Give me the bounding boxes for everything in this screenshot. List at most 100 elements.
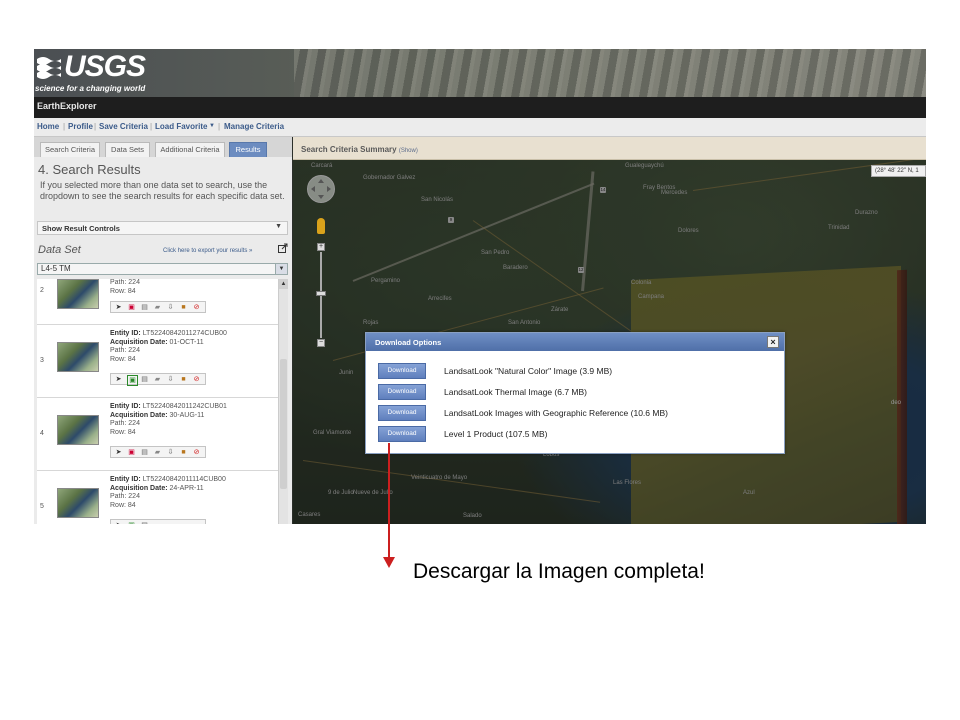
result-thumbnail[interactable] — [57, 279, 99, 309]
entity-id: LT52240842011274CUB00 — [142, 330, 227, 337]
exclude-icon[interactable]: ⊘ — [192, 303, 201, 312]
result-actions: ➤ ▣ ▤ — [110, 519, 206, 524]
zoom-control: + − — [316, 243, 326, 353]
result-row: 3 Entity ID: LT52240842011274CUB00 Acqui… — [37, 325, 278, 398]
acquisition-date: 30-AUG-11 — [169, 411, 205, 419]
exclude-icon[interactable]: ⊘ — [192, 375, 201, 384]
results-list: 2 Path: 224 Row: 84 ➤ ▣ ▤ ▰ ⇩ ■ ⊘ 3 Enti… — [37, 279, 278, 524]
browse-overlay-icon[interactable]: ▣ — [127, 375, 138, 386]
dialog-title: Download Options — [375, 338, 442, 347]
menu-manage-criteria[interactable]: Manage Criteria — [224, 122, 284, 131]
street-view-pegman-icon[interactable] — [317, 218, 325, 234]
result-meta: Path: 224 Row: 84 — [110, 279, 140, 296]
result-actions: ➤ ▣ ▤ ▰ ⇩ ■ ⊘ — [110, 301, 206, 313]
footprint-icon[interactable]: ➤ — [114, 303, 123, 312]
data-set-label: Data Set — [38, 244, 81, 256]
chevron-down-icon[interactable]: ▼ — [209, 123, 215, 129]
panel-description: If you selected more than one data set t… — [40, 180, 285, 201]
summary-show-link[interactable]: (Show) — [399, 148, 418, 154]
export-results-link[interactable]: Click here to export your results » — [163, 248, 252, 254]
result-number: 4 — [40, 430, 44, 437]
footprint-icon[interactable]: ➤ — [114, 448, 123, 457]
exclude-icon[interactable]: ⊘ — [192, 448, 201, 457]
tab-search-criteria[interactable]: Search Criteria — [40, 142, 100, 157]
menu-separator: | — [63, 122, 66, 131]
result-actions: ➤ ▣ ▤ ▰ ⇩ ■ ⊘ — [110, 446, 206, 458]
tab-additional-criteria[interactable]: Additional Criteria — [155, 142, 225, 157]
compare-icon[interactable]: ▰ — [153, 448, 162, 457]
result-row: 2 Path: 224 Row: 84 ➤ ▣ ▤ ▰ ⇩ ■ ⊘ — [37, 279, 278, 325]
menu-home[interactable]: Home — [37, 122, 59, 131]
sidebar-tabs: Search Criteria Data Sets Additional Cri… — [34, 137, 292, 157]
bulk-download-icon[interactable]: ■ — [179, 448, 188, 457]
close-button[interactable]: × — [767, 336, 779, 348]
download-icon[interactable]: ⇩ — [166, 303, 175, 312]
metadata-icon[interactable]: ▤ — [140, 375, 149, 384]
main-menu: Home | Profile | Save Criteria | Load Fa… — [34, 118, 926, 137]
download-button-natural-color[interactable]: Download — [378, 363, 426, 379]
menu-separator: | — [218, 122, 221, 131]
acquisition-date-label: Acquisition Date: — [110, 338, 168, 346]
export-icon[interactable] — [278, 243, 288, 253]
menu-profile[interactable]: Profile — [68, 122, 93, 131]
panel-title: 4. Search Results — [38, 162, 141, 177]
usgs-logo[interactable]: USGS — [64, 50, 146, 84]
menu-save-criteria[interactable]: Save Criteria — [99, 122, 148, 131]
result-thumbnail[interactable] — [57, 415, 99, 445]
option-level1: Level 1 Product (107.5 MB) — [444, 429, 548, 439]
download-button-level1[interactable]: Download — [378, 426, 426, 442]
scroll-thumb[interactable] — [280, 359, 287, 489]
menu-load-favorite[interactable]: Load Favorite — [155, 122, 207, 131]
result-row: 4 Entity ID: LT52240842011242CUB01 Acqui… — [37, 398, 278, 471]
result-row: 5 Entity ID: LT52240842011114CUB00 Acqui… — [37, 471, 278, 524]
download-icon[interactable]: ⇩ — [166, 448, 175, 457]
data-set-select[interactable]: L4-5 TM ▼ — [37, 263, 288, 275]
result-thumbnail[interactable] — [57, 342, 99, 372]
option-natural-color: LandsatLook "Natural Color" Image (3.9 M… — [444, 366, 613, 376]
tab-results[interactable]: Results — [229, 142, 267, 157]
footprint-icon[interactable]: ➤ — [114, 375, 123, 384]
browse-overlay-icon[interactable]: ▣ — [127, 303, 136, 312]
scroll-up-icon[interactable]: ▲ — [279, 279, 288, 289]
annotation-arrow-head-icon — [383, 557, 395, 568]
results-scrollbar[interactable]: ▲ — [278, 279, 288, 524]
metadata-icon[interactable]: ▤ — [140, 521, 149, 524]
download-button-georeference[interactable]: Download — [378, 405, 426, 421]
chevron-down-icon: ▼ — [275, 264, 287, 274]
compare-icon[interactable]: ▰ — [153, 303, 162, 312]
tab-data-sets[interactable]: Data Sets — [105, 142, 150, 157]
download-button-thermal[interactable]: Download — [378, 384, 426, 400]
browse-overlay-icon[interactable]: ▣ — [127, 521, 136, 524]
browse-overlay-icon[interactable]: ▣ — [127, 448, 136, 457]
metadata-icon[interactable]: ▤ — [140, 448, 149, 457]
bulk-download-icon[interactable]: ■ — [179, 303, 188, 312]
entity-id: LT52240842011242CUB01 — [142, 403, 227, 410]
show-result-controls[interactable]: Show Result Controls ▼ — [37, 221, 288, 235]
metadata-icon[interactable]: ▤ — [140, 303, 149, 312]
acquisition-date: 01-OCT-11 — [169, 338, 204, 346]
zoom-in-button[interactable]: + — [317, 243, 325, 251]
acquisition-date-label: Acquisition Date: — [110, 484, 168, 492]
usgs-header: USGS science for a changing world — [34, 49, 926, 97]
result-number: 3 — [40, 357, 44, 364]
footprint-icon[interactable]: ➤ — [114, 521, 123, 524]
entity-id-label: Entity ID: — [110, 476, 141, 483]
option-georeference: LandsatLook Images with Geographic Refer… — [444, 408, 668, 418]
result-meta: Entity ID: LT52240842011274CUB00 Acquisi… — [110, 330, 227, 364]
option-thermal: LandsatLook Thermal Image (6.7 MB) — [444, 387, 587, 397]
zoom-out-button[interactable]: − — [317, 339, 325, 347]
summary-title: Search Criteria Summary (Show) — [301, 145, 418, 154]
annotation-caption: Descargar la Imagen completa! — [413, 560, 705, 583]
pan-control[interactable] — [307, 175, 335, 203]
zoom-slider-knob[interactable] — [316, 291, 326, 296]
result-thumbnail[interactable] — [57, 488, 99, 518]
result-meta: Entity ID: LT52240842011242CUB01 Acquisi… — [110, 403, 227, 437]
download-icon[interactable]: ⇩ — [166, 375, 175, 384]
menu-separator: | — [94, 122, 97, 131]
compare-icon[interactable]: ▰ — [153, 375, 162, 384]
result-row-number: Row: 84 — [110, 355, 136, 363]
result-actions: ➤ ▣ ▤ ▰ ⇩ ■ ⊘ — [110, 373, 206, 386]
bulk-download-icon[interactable]: ■ — [179, 375, 188, 384]
app-title: EarthExplorer — [37, 101, 97, 111]
entity-id: LT52240842011114CUB00 — [142, 476, 226, 483]
